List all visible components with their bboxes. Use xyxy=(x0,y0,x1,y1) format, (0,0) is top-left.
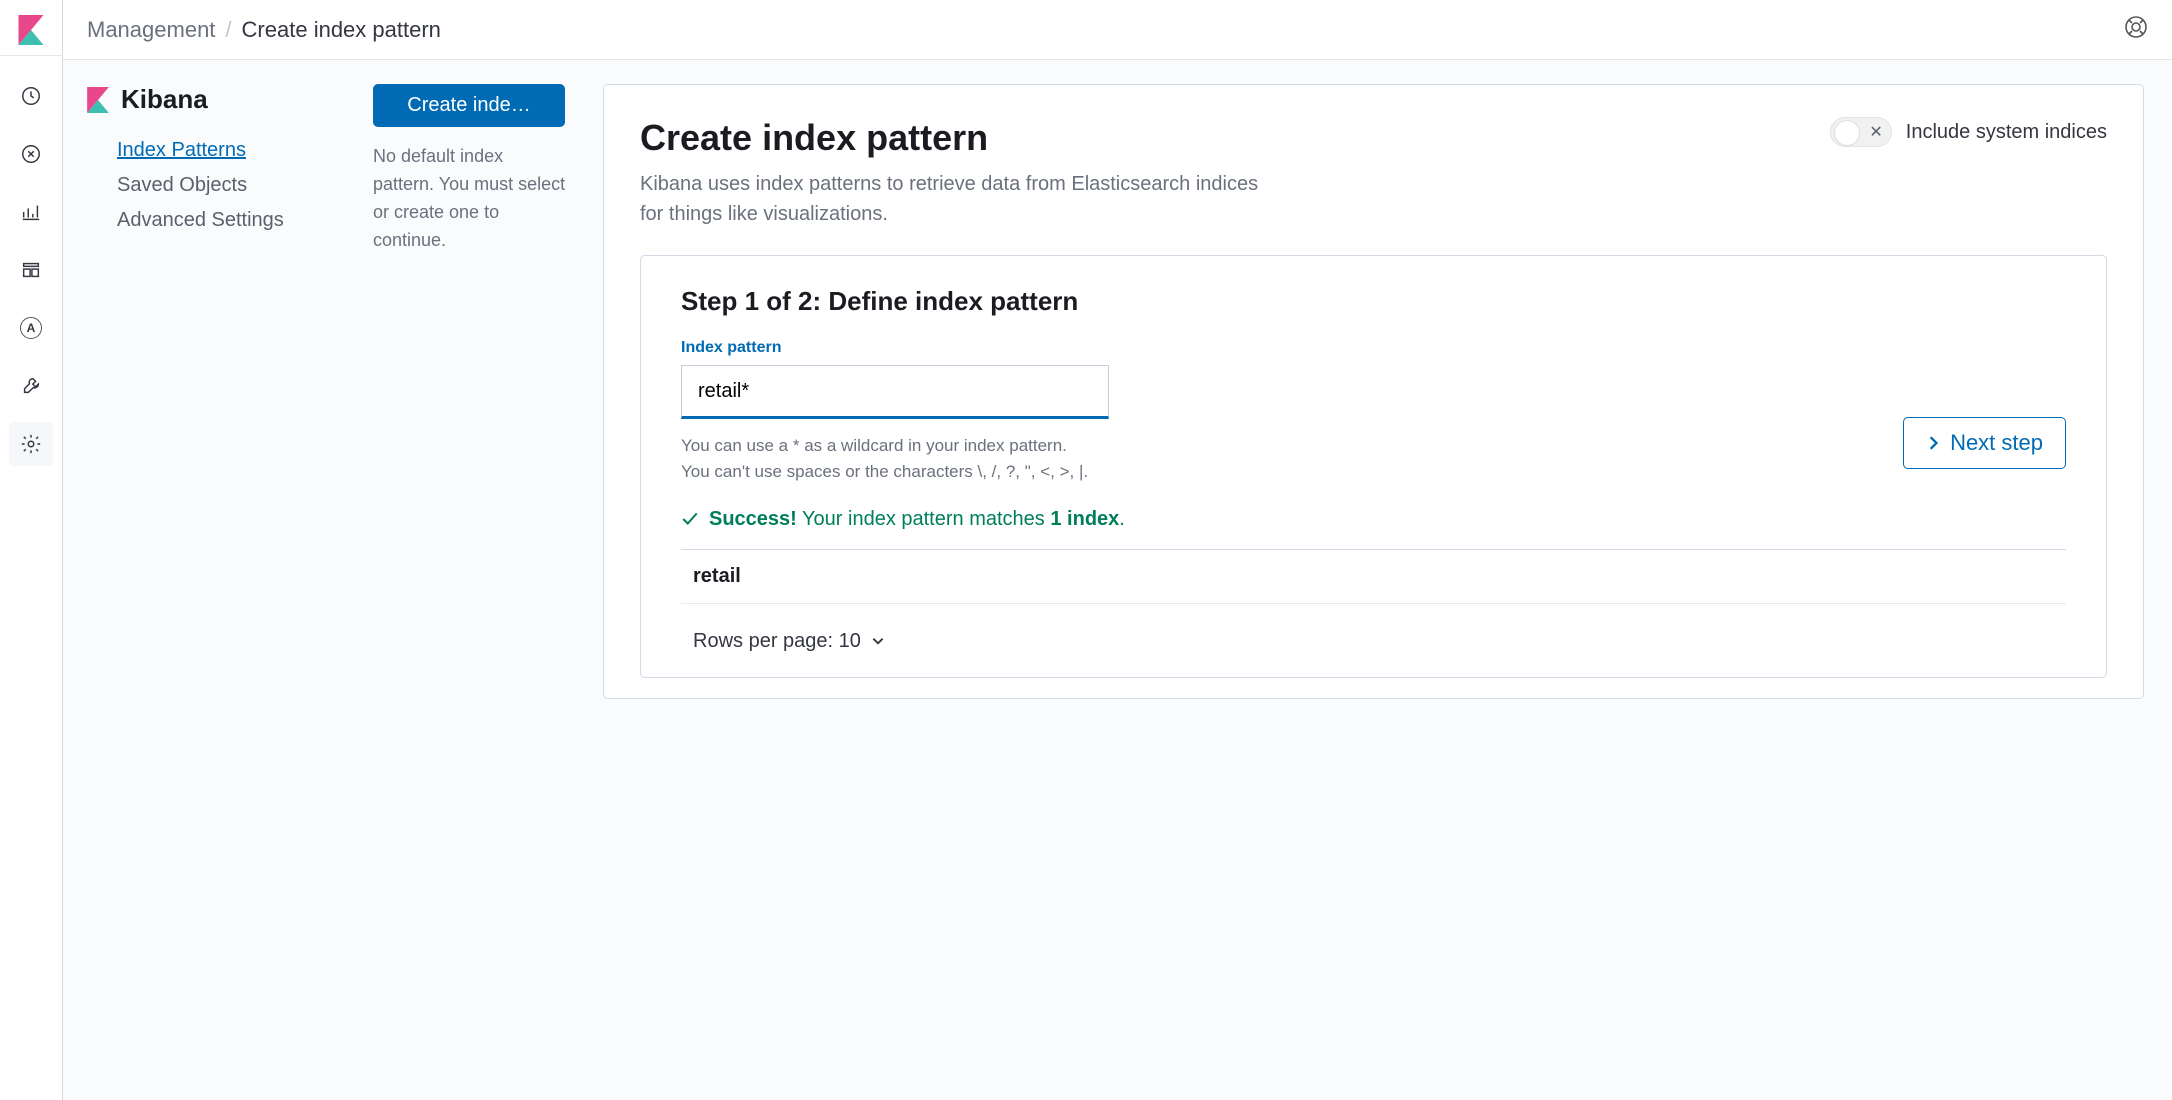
breadcrumb-root[interactable]: Management xyxy=(87,17,215,43)
next-step-button[interactable]: Next step xyxy=(1903,417,2066,469)
success-message: Success! Your index pattern matches 1 in… xyxy=(681,508,2066,531)
sidebar-header: Kibana xyxy=(87,84,357,115)
nav-dashboard-icon[interactable] xyxy=(9,190,53,234)
index-pattern-hint: You can use a * as a wildcard in your in… xyxy=(681,433,1109,486)
sidebar-item-advanced-settings[interactable]: Advanced Settings xyxy=(87,203,357,238)
management-sidebar: Kibana Index Patterns Saved Objects Adva… xyxy=(63,60,373,1100)
index-pattern-field-label: Index pattern xyxy=(681,339,2066,357)
step-define-index-pattern: Step 1 of 2: Define index pattern Index … xyxy=(640,255,2107,678)
sidebar-item-saved-objects[interactable]: Saved Objects xyxy=(87,168,357,203)
action-column: Create inde… No default index pattern. Y… xyxy=(373,60,583,1100)
step-title: Step 1 of 2: Define index pattern xyxy=(681,286,2066,317)
kibana-logo[interactable] xyxy=(0,10,63,56)
no-default-pattern-notice: No default index pattern. You must selec… xyxy=(373,143,573,255)
nav-apm-icon[interactable]: A xyxy=(9,306,53,350)
nav-management-icon[interactable] xyxy=(9,422,53,466)
sidebar-item-index-patterns[interactable]: Index Patterns xyxy=(87,133,357,168)
rows-per-page-selector[interactable]: Rows per page: 10 xyxy=(681,626,897,657)
panel-description: Kibana uses index patterns to retrieve d… xyxy=(640,169,1260,229)
nav-discover-icon[interactable] xyxy=(9,74,53,118)
match-item: retail xyxy=(681,550,2066,603)
left-nav: A xyxy=(0,0,63,1100)
include-system-indices-toggle[interactable]: ✕ xyxy=(1830,117,1892,147)
create-index-pattern-button[interactable]: Create inde… xyxy=(373,84,565,127)
chevron-right-icon xyxy=(1926,436,1940,450)
breadcrumb-separator: / xyxy=(225,17,231,43)
create-index-pattern-panel: Create index pattern Kibana uses index p… xyxy=(603,84,2144,699)
check-icon xyxy=(681,510,699,528)
include-system-indices-label: Include system indices xyxy=(1906,118,2107,146)
close-icon: ✕ xyxy=(1869,122,1882,142)
breadcrumb-current: Create index pattern xyxy=(242,17,441,43)
breadcrumb-bar: Management / Create index pattern xyxy=(63,0,2172,60)
index-pattern-input[interactable] xyxy=(681,365,1109,419)
matching-indices-list: retail xyxy=(681,549,2066,604)
nav-timelion-icon[interactable] xyxy=(9,248,53,292)
nav-visualize-icon[interactable] xyxy=(9,132,53,176)
help-icon[interactable] xyxy=(2124,15,2148,44)
kibana-logo-small xyxy=(87,87,109,113)
chevron-down-icon xyxy=(871,634,885,648)
nav-devtools-icon[interactable] xyxy=(9,364,53,408)
panel-title: Create index pattern xyxy=(640,117,1260,159)
breadcrumb: Management / Create index pattern xyxy=(87,17,441,43)
sidebar-title: Kibana xyxy=(121,84,208,115)
